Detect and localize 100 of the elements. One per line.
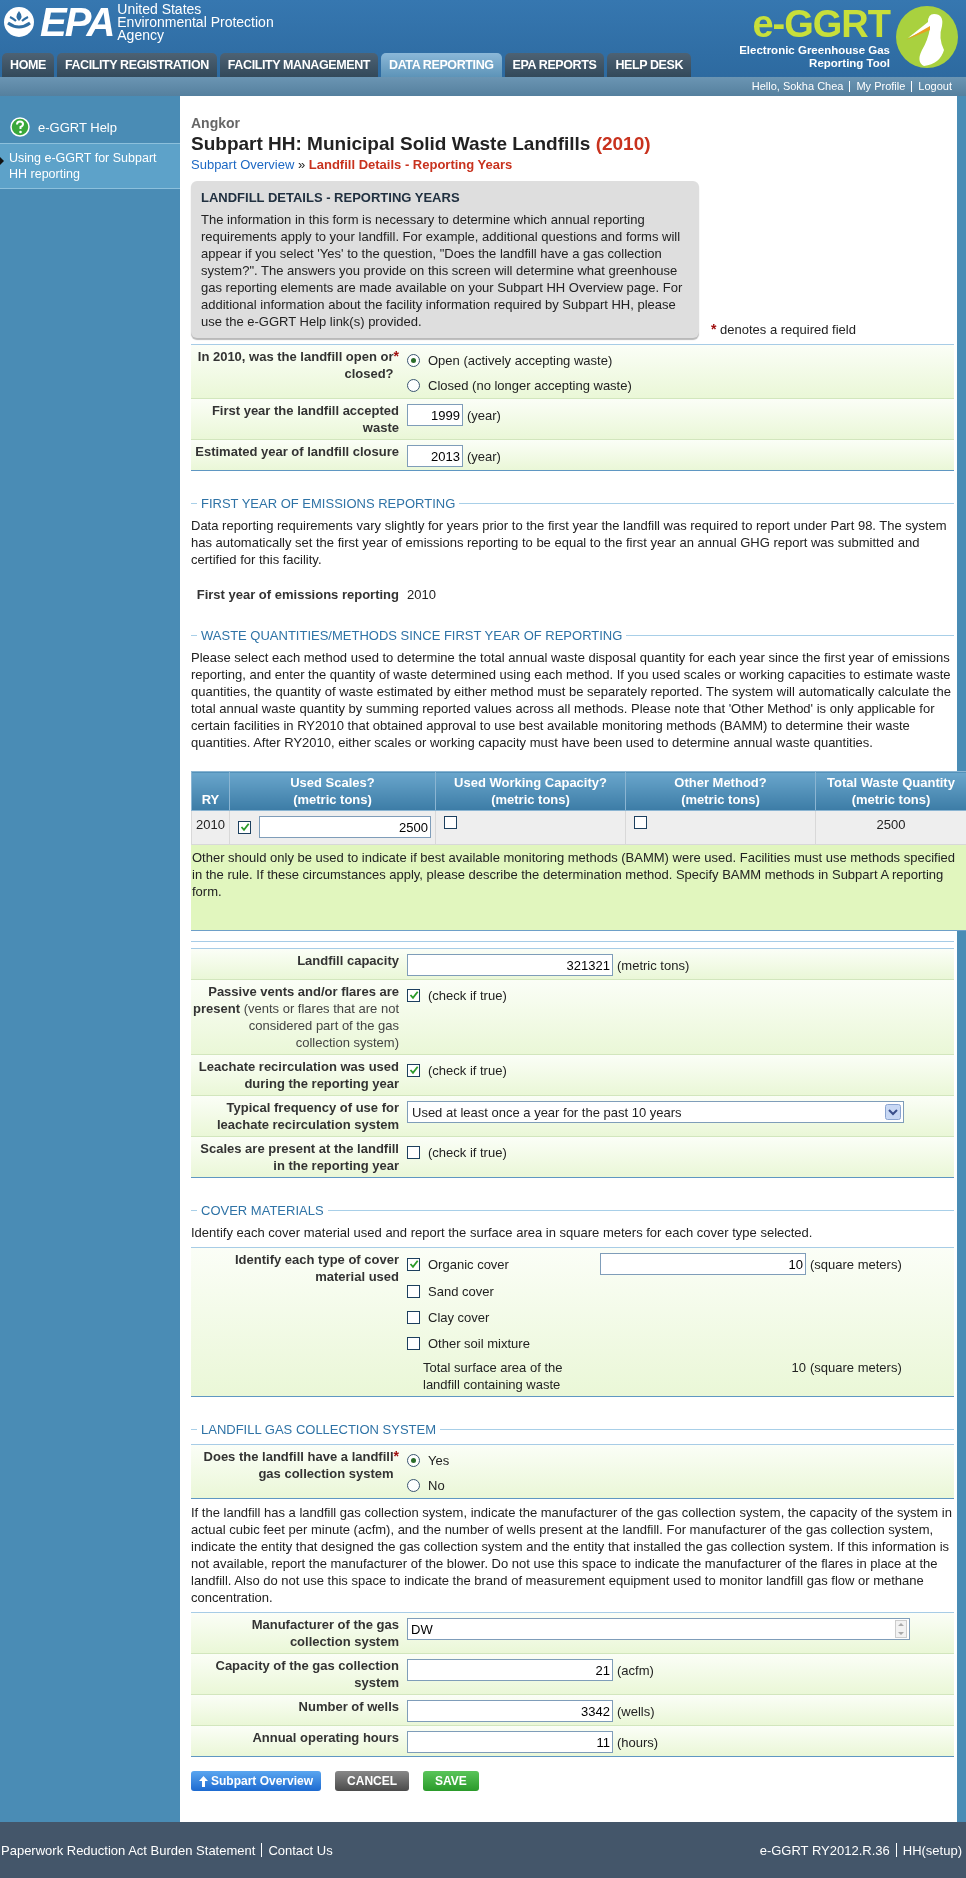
input-field[interactable]: 2013 (407, 445, 463, 467)
paragraph: If the landfill has a landfill gas collection system, indicate the manufacturer of the gas collection system, the capacity of the system in actual cubic feet per minute (acfm), and the number of wells present at the landfill. For manufacturer of the gas collection system, indicate the entity that designed the gas collection system and the entity that installed the gas collection system. If this information is not available, report the manufacturer of the blower. Do not use this space to indicate the manufacturer of the flares in place at the landfill. Also do not use this space to indicate the brand of measurement equipment used to monitor landfill gas flow or methane concentration. (191, 1504, 953, 1606)
info-text: The information in this form is necessary to determine which annual reporting requirements apply to your landfill. For example, additional questions and forms will appear if you select 'Yes' to the question, "Does the landfill have a gas collection system?". The answers you provide on this screen will determine what greenhouse gas reporting elements are made available on your Subpart HH Overview page. For additional information about the facility information required by Subpart HH, please use the e-GGRT Help link(s) provided. (201, 211, 684, 330)
breadcrumb-current: Landfill Details - Reporting Years (308, 157, 513, 172)
field-label: Typical frequency of use for leachate recirculation system (215, 1099, 399, 1133)
nav-tab[interactable]: EPA REPORTS (504, 53, 605, 77)
input-field[interactable]: DW (407, 1618, 910, 1640)
field-label: Number of wells (298, 1698, 399, 1715)
logo-text: EPA (40, 2, 114, 42)
page-title: Subpart HH: Municipal Solid Waste Landfills (191, 133, 591, 154)
unit-label: (hours) (617, 1733, 659, 1751)
radio-button[interactable] (407, 1478, 420, 1492)
checkbox[interactable] (444, 816, 457, 829)
field-label: Landfill capacity (297, 952, 399, 969)
radio-button[interactable] (407, 353, 420, 367)
cancel-button[interactable]: CANCEL (335, 1771, 410, 1791)
field-label: Capacity of the gas collection system (214, 1657, 399, 1691)
title-year: (2010) (595, 133, 651, 154)
total-value: 10 (790, 1359, 806, 1377)
table-cell: 2010 (191, 810, 230, 845)
column-header: Total Waste Quantity (metric tons) (815, 771, 966, 811)
checkbox[interactable] (407, 1336, 420, 1350)
unit-label: (year) (467, 447, 501, 465)
radio-button[interactable] (407, 1453, 420, 1467)
nav-tab[interactable]: FACILITY REGISTRATION (56, 53, 217, 77)
globe-flower-icon (2, 5, 36, 39)
nav-tab[interactable]: HOME (2, 53, 54, 77)
checkbox[interactable] (407, 1257, 420, 1271)
dropdown[interactable]: Used at least once a year for the past 10 years (407, 1101, 904, 1123)
section-heading: WASTE QUANTITIES/METHODS SINCE FIRST YEAR OF REPORTING (200, 627, 624, 644)
unit-label: (acfm) (617, 1661, 654, 1679)
footer-text: HH(setup) (902, 1841, 962, 1859)
radio-button[interactable] (407, 378, 420, 392)
total-label: Total surface area of the landfill containing waste (422, 1359, 564, 1393)
input-field[interactable]: 1999 (407, 404, 463, 426)
field-label: Leachate recirculation was used during the reporting year (197, 1058, 399, 1092)
checkbox-caption: (check if true) (428, 1143, 507, 1161)
checkbox[interactable] (407, 1310, 420, 1324)
required-mark: * (393, 1448, 399, 1465)
breadcrumb-separator: » (297, 157, 306, 172)
bird-logo-icon (894, 4, 960, 70)
app-logo-text: e-GGRT (751, 4, 890, 44)
unit-label: (wells) (617, 1702, 655, 1720)
input-field[interactable]: 11 (407, 1731, 613, 1753)
input-field[interactable]: 3342 (407, 1700, 613, 1722)
field-label: First year of emissions reporting (196, 587, 399, 602)
required-mark: * (393, 348, 399, 365)
checkbox[interactable] (407, 1145, 420, 1159)
back-button[interactable]: Subpart Overview (191, 1771, 322, 1791)
field-label: Annual operating hours (252, 1729, 399, 1746)
column-header: RY (191, 771, 230, 811)
input-field[interactable]: 10 (600, 1253, 806, 1275)
section-heading: FIRST YEAR OF EMISSIONS REPORTING (200, 495, 457, 512)
agency-name: United States Environmental Protection Agency (117, 2, 274, 42)
required-note: denotes a required field (720, 322, 856, 337)
input-field[interactable]: 2500 (259, 816, 431, 838)
checkbox[interactable] (238, 820, 251, 834)
option-label[interactable]: Other soil mixture (428, 1334, 530, 1352)
unit-label: (square meters) (810, 1359, 902, 1377)
option-label[interactable]: Closed (no longer accepting waste) (428, 376, 632, 394)
table-cell: 2500 (815, 810, 966, 845)
user-link[interactable]: My Profile (856, 78, 906, 95)
chevron-down-icon (885, 1104, 901, 1120)
column-header: Used Scales? (metric tons) (229, 771, 436, 811)
checkbox[interactable] (634, 816, 647, 829)
option-label[interactable]: No (428, 1476, 445, 1494)
facility-name: Angkor (191, 114, 241, 132)
unit-label: (square meters) (810, 1255, 902, 1273)
input-field[interactable]: 321321 (407, 954, 613, 976)
column-header: Other Method? (metric tons) (625, 771, 816, 811)
checkbox[interactable] (407, 1063, 420, 1077)
column-header: Used Working Capacity? (metric tons) (435, 771, 626, 811)
footer-link[interactable]: Paperwork Reduction Act Burden Statement (1, 1841, 256, 1859)
nav-tab[interactable]: HELP DESK (607, 53, 692, 77)
checkbox[interactable] (407, 1284, 420, 1298)
input-field[interactable]: 21 (407, 1659, 613, 1681)
triangle-icon (0, 157, 4, 165)
breadcrumb-link[interactable]: Subpart Overview (191, 157, 295, 172)
field-label: Manufacturer of the gas collection system (250, 1616, 399, 1650)
field-label: First year the landfill accepted waste (210, 402, 399, 436)
nav-tab[interactable]: FACILITY MANAGEMENT (219, 53, 378, 77)
user-link[interactable]: Logout (918, 78, 952, 95)
paragraph: Please select each method used to determine the total annual waste disposal quantity for each year since the first year of emissions reporting, and enter the quantity of waste determined using each method. If you used scales or working capacities to estimate waste quantities, the quantity of waste estimated by either method must be separately reported. The system will automatically calculate the total annual waste quantity by summing reported values across all methods. Please note that 'Other Method' is only applicable for certain facilities in RY2010 that obtained approval to use best available monitoring methods (BAMM) to determine their waste quantities. After RY2010, either scales or working capacity must have been used to determine annual waste quantities. (191, 649, 952, 751)
checkbox[interactable] (407, 988, 420, 1002)
option-label[interactable]: Open (actively accepting waste) (428, 351, 613, 369)
scroll-arrows-icon (895, 1620, 907, 1638)
option-label[interactable]: Organic cover (428, 1255, 509, 1273)
footer-link[interactable]: Contact Us (268, 1841, 333, 1859)
option-label[interactable]: Sand cover (428, 1282, 494, 1300)
paragraph: Data reporting requirements vary slightly for years prior to the first year the landfill was required to report under Part 98. The system has automatically set the first year of emissions reporting to be equal to the first year an annual GHG report was submitted and certified for this facility. (191, 517, 948, 568)
arrow-up-icon (199, 1775, 208, 1787)
unit-label: (metric tons) (617, 956, 690, 974)
info-title: LANDFILL DETAILS - REPORTING YEARS (201, 189, 461, 206)
field-label: Estimated year of landfill closure (195, 443, 399, 460)
option-label[interactable]: Clay cover (428, 1308, 490, 1326)
field-label: In 2010, was the landfill open or closed? (196, 348, 394, 382)
unit-label: (year) (467, 406, 501, 424)
paragraph: Identify each cover material used and report the surface area in square meters for each cover type selected. (191, 1224, 814, 1241)
required-mark: * (711, 321, 717, 337)
option-label[interactable]: Yes (428, 1451, 450, 1469)
